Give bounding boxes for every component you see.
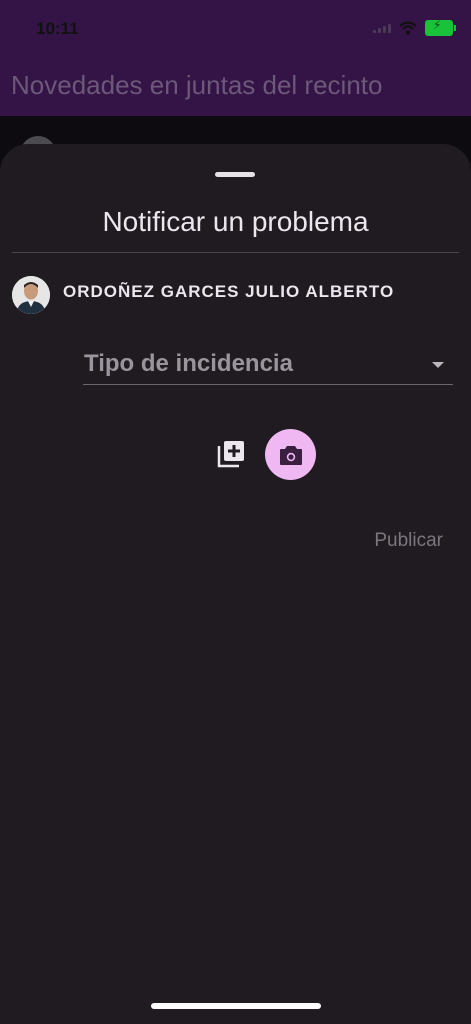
add-photo-icon [217,441,244,468]
camera-button[interactable] [265,429,316,480]
publish-button[interactable]: Publicar [374,530,443,552]
sheet-title: Notificar un problema [102,206,369,237]
page-title: Novedades en juntas del recinto [11,70,383,100]
incident-type-select[interactable]: Tipo de incidencia [83,348,453,385]
user-avatar [12,276,50,314]
divider [12,252,459,253]
home-indicator [151,1003,321,1009]
report-problem-sheet: Notificar un problema ORDOÑEZ GARCES JUL… [0,144,471,1024]
user-name: ORDOÑEZ GARCES JULIO ALBERTO [63,282,395,301]
status-icons: ⚡ [373,18,456,36]
sheet-drag-handle[interactable] [215,172,255,177]
camera-icon [279,445,302,465]
add-photo-button[interactable] [217,440,245,468]
dropdown-arrow-icon [432,362,444,368]
signal-icon [373,23,391,33]
wifi-icon [399,21,417,35]
battery-icon: ⚡ [425,18,456,36]
app-header: 10:11 ⚡ Novedades en juntas del recinto [0,0,471,116]
incident-type-placeholder: Tipo de incidencia [84,350,293,377]
status-time: 10:11 [36,19,79,38]
